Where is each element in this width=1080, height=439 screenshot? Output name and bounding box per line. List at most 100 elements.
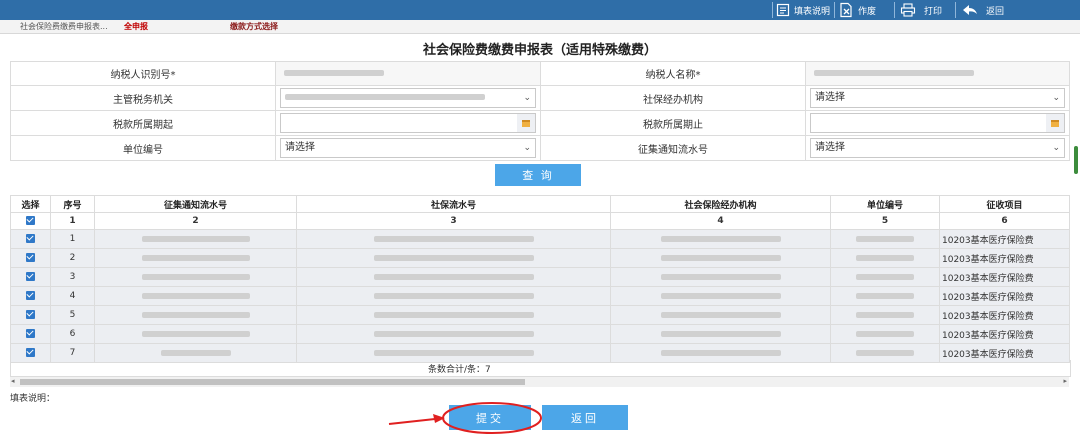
redacted-text [141,330,250,337]
redacted-text [660,311,781,318]
index-cell: 1 [50,212,95,230]
query-button[interactable]: 查 询 [495,164,581,186]
table-header-row: 选择 序号 征集通知流水号 社保流水号 社会保险经办机构 单位编号 征收项目 [10,195,1070,213]
column-header: 征收项目 [939,195,1070,213]
row-select-cell[interactable] [10,305,51,325]
item-cell: 10203基本医疗保险费 [939,229,1070,249]
redacted-text [373,349,534,356]
page-title: 社会保险费缴费申报表（适用特殊缴费） [422,43,657,58]
item-cell: 10203基本医疗保险费 [939,267,1070,287]
redacted-text [285,94,485,100]
redacted-text [856,254,914,261]
seq-cell: 5 [50,305,95,325]
breadcrumb[interactable]: 社会保险费缴费申报表... [20,21,108,32]
redacted-text [141,292,250,299]
row-select-cell[interactable] [10,248,51,268]
redacted-text [856,330,914,337]
row-checkbox[interactable] [26,234,35,243]
item-cell: 10203基本医疗保险费 [939,305,1070,325]
table-row[interactable]: 5 10203基本医疗保险费 [10,305,1070,325]
unit-no-select[interactable]: 请选择 ⌄ [280,138,536,158]
item-cell: 10203基本医疗保险费 [939,286,1070,306]
redacted-text [373,292,534,299]
social-flow-cell [296,305,611,325]
notice-no-cell [94,267,297,287]
row-select-cell[interactable] [10,267,51,287]
row-checkbox[interactable] [26,348,35,357]
social-agency-label: 社保经办机构 [540,85,806,111]
redacted-text [141,235,250,242]
redacted-text [373,311,534,318]
table-row[interactable]: 6 10203基本医疗保险费 [10,324,1070,344]
redacted-text [814,70,974,76]
index-cell: 4 [610,212,831,230]
redacted-text [284,70,384,76]
social-flow-cell [296,324,611,344]
item-cell: 10203基本医疗保险费 [939,324,1070,344]
notice-no-select[interactable]: 请选择 ⌄ [810,138,1065,158]
social-flow-cell [296,286,611,306]
back-button[interactable]: 返回 [962,0,1004,20]
chevron-down-icon: ⌄ [523,93,531,103]
social-agency-value: 请选择 [815,92,845,103]
chevron-down-icon: ⌄ [1052,93,1060,103]
calendar-icon[interactable] [517,114,535,132]
document-icon [776,3,790,17]
row-checkbox[interactable] [26,329,35,338]
top-toolbar: 填表说明 作废 打印 返回 [0,0,1080,20]
help-button[interactable]: 填表说明 [776,0,830,20]
tab-full-declare[interactable]: 全申报 [124,21,148,32]
taxpayer-id-value [275,61,541,86]
row-select-cell[interactable] [10,229,51,249]
social-agency-select[interactable]: 请选择 ⌄ [810,88,1065,108]
table-row[interactable]: 4 10203基本医疗保险费 [10,286,1070,306]
column-header: 社保流水号 [296,195,611,213]
chevron-down-icon: ⌄ [523,143,531,153]
scroll-right-icon[interactable]: ▸ [1063,377,1067,385]
notice-no-cell [94,305,297,325]
row-checkbox[interactable] [26,291,35,300]
period-start-label: 税款所属期起 [10,110,276,136]
toolbar-separator [894,2,895,18]
table-row[interactable]: 2 10203基本医疗保险费 [10,248,1070,268]
toolbar-separator [834,2,835,18]
select-all-checkbox[interactable] [26,216,35,225]
agency-cell [610,248,831,268]
agency-cell [610,324,831,344]
column-header: 序号 [50,195,95,213]
row-select-cell[interactable] [10,286,51,306]
redacted-text [660,235,781,242]
scroll-left-icon[interactable]: ◂ [11,377,15,385]
seq-cell: 4 [50,286,95,306]
period-end-input[interactable] [810,113,1065,133]
tab-payment-select[interactable]: 缴款方式选择 [230,21,278,32]
return-button[interactable]: 返回 [542,405,628,430]
redacted-text [660,330,781,337]
table-row[interactable]: 3 10203基本医疗保险费 [10,267,1070,287]
row-checkbox[interactable] [26,272,35,281]
chevron-down-icon: ⌄ [1052,143,1060,153]
table-row[interactable]: 1 10203基本医疗保险费 [10,229,1070,249]
print-label: 打印 [924,6,943,17]
select-all-cell[interactable] [10,212,51,230]
unit-no-cell [830,267,940,287]
print-button[interactable]: 打印 [900,0,942,20]
row-checkbox[interactable] [26,310,35,319]
void-button[interactable]: 作废 [838,0,876,20]
horizontal-scrollbar[interactable]: ◂ ▸ [10,377,1069,387]
scrollbar-thumb[interactable] [20,379,525,385]
highlight-ellipse [442,402,542,434]
row-checkbox[interactable] [26,253,35,262]
printer-icon [900,3,916,17]
tax-authority-select[interactable]: ⌄ [280,88,536,108]
redacted-text [141,273,250,280]
page-scrollbar[interactable] [1074,146,1078,174]
period-start-input[interactable] [280,113,536,133]
redacted-text [856,273,914,280]
seq-cell: 6 [50,324,95,344]
row-select-cell[interactable] [10,324,51,344]
period-end-label: 税款所属期止 [540,110,806,136]
calendar-icon[interactable] [1046,114,1064,132]
seq-cell: 3 [50,267,95,287]
table-summary: 条数合计/条：7 [10,360,1071,377]
